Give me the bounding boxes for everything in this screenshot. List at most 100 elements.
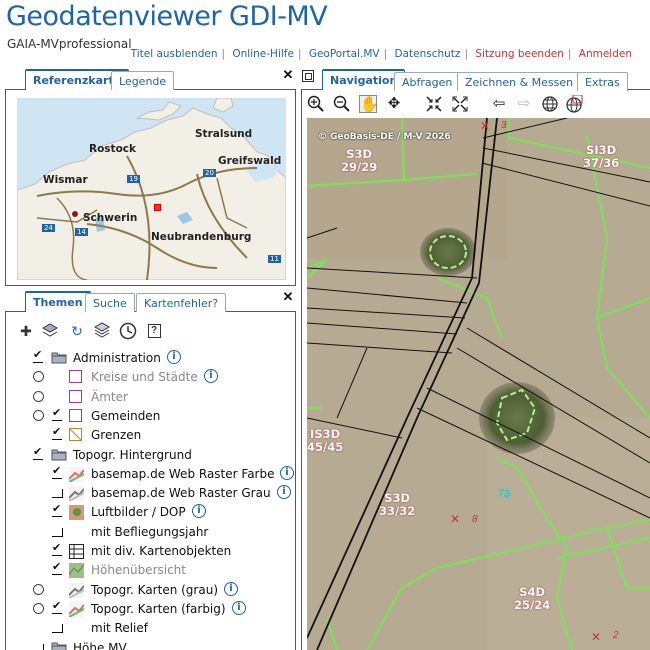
map-graphic <box>307 118 650 650</box>
layer-checkbox[interactable] <box>33 445 44 460</box>
info-icon[interactable]: i <box>204 369 218 384</box>
layer-tree-row[interactable]: mit Relief <box>0 619 296 637</box>
layer-tree-row[interactable]: mit Befliegungsjahr <box>0 523 296 541</box>
layer-tree-row[interactable]: basemap.de Web Raster Farbe i <box>0 464 296 483</box>
layer-radio[interactable] <box>33 583 44 595</box>
zoom-extent-in-icon[interactable] <box>425 95 443 113</box>
polygon-symbol-icon <box>69 370 82 384</box>
move-icon[interactable]: ✥ <box>385 95 403 113</box>
tab-suche[interactable]: Suche <box>85 293 135 312</box>
layer-checkbox[interactable] <box>52 541 63 556</box>
layer-tree-row[interactable]: Höhe MV <box>0 639 296 650</box>
link-online-hilfe[interactable]: Online-Hilfe <box>232 48 294 60</box>
layers-stack-icon[interactable] <box>93 322 111 340</box>
link-anmelden[interactable]: Anmelden <box>579 48 632 60</box>
globe-icon[interactable] <box>541 95 559 113</box>
layer-checkbox[interactable] <box>52 560 63 576</box>
layer-radio[interactable] <box>33 409 44 421</box>
top-links: Titel ausblenden | Online-Hilfe | GeoPorta… <box>130 48 632 60</box>
link-datenschutz[interactable]: Datenschutz <box>395 48 461 60</box>
add-layer-icon[interactable]: ✚ <box>17 322 35 340</box>
reference-map-graphic <box>17 98 286 280</box>
globe-info-icon[interactable] <box>565 94 583 113</box>
tab-zeichnen-messen[interactable]: Zeichnen & Messen <box>457 72 582 91</box>
layer-checkbox[interactable] <box>52 599 63 614</box>
close-reference-panel-button[interactable]: ✕ <box>282 68 294 81</box>
layer-checkbox[interactable] <box>52 622 63 634</box>
layer-tree-row[interactable]: Ämter <box>0 388 296 406</box>
tab-themen[interactable]: Themen <box>25 291 91 312</box>
layer-checkbox[interactable] <box>52 425 63 441</box>
info-icon[interactable]: i <box>277 485 291 500</box>
info-icon[interactable]: i <box>224 581 238 596</box>
layer-label: Höhenübersicht <box>91 563 186 578</box>
layer-label: Ämter <box>91 389 128 404</box>
layer-tree-row[interactable]: mit div. Kartenobjekten <box>0 541 296 560</box>
city-label: Greifswald <box>218 155 282 167</box>
zoom-extent-out-icon[interactable] <box>451 95 469 113</box>
restore-panel-icon[interactable] <box>302 70 314 82</box>
layer-checkbox[interactable] <box>52 526 63 537</box>
layer-tree-row[interactable]: Gemeinden <box>0 406 296 425</box>
tab-abfragen[interactable]: Abfragen <box>394 72 461 91</box>
layer-tree-row[interactable]: Kreise und Städte i <box>0 368 296 386</box>
link-geoportal[interactable]: GeoPortal.MV <box>309 48 380 60</box>
help-icon[interactable]: ? <box>145 322 163 340</box>
layer-label: Topogr. Karten (farbig) <box>91 601 226 616</box>
info-icon[interactable]: i <box>280 465 294 480</box>
layer-checkbox[interactable] <box>52 487 63 499</box>
layer-tree-row[interactable]: Topogr. Karten (farbig) i <box>0 599 296 618</box>
layer-tree-row[interactable]: basemap.de Web Raster Grau i <box>0 484 296 502</box>
close-themes-panel-button[interactable]: ✕ <box>282 290 294 303</box>
point-marker-icon: ✕ <box>591 630 602 644</box>
pan-hand-icon[interactable]: ✋ <box>359 95 379 113</box>
forward-arrow-icon[interactable]: ⇨ <box>515 95 533 113</box>
layer-tree-row[interactable]: Administration i <box>0 348 296 367</box>
link-titel-ausblenden[interactable]: Titel ausblenden <box>131 48 218 60</box>
city-label: Stralsund <box>195 128 253 140</box>
reference-map[interactable]: Rostock Stralsund Greifswald Wismar Schw… <box>17 98 286 280</box>
point-marker-icon: ✕ <box>480 119 491 133</box>
layer-label: Administration <box>73 351 161 365</box>
layer-label: basemap.de Web Raster Grau <box>91 486 271 501</box>
layer-checkbox[interactable] <box>52 502 63 518</box>
current-extent-marker[interactable] <box>154 204 161 211</box>
layer-tree-row[interactable]: Grenzen <box>0 425 296 444</box>
info-icon[interactable]: i <box>167 350 181 364</box>
layers-icon[interactable] <box>41 322 59 340</box>
layer-tree-row[interactable]: Topogr. Karten (grau) i <box>0 581 296 599</box>
back-arrow-icon[interactable]: ⇦ <box>490 95 508 113</box>
parcel-label: SI3D 37/36 <box>583 143 620 170</box>
gray-map-icon <box>68 486 85 504</box>
city-label: Rostock <box>89 143 136 155</box>
layer-checkbox[interactable] <box>52 464 63 479</box>
parcel-label: S4D 25/24 <box>514 585 551 612</box>
layer-radio[interactable] <box>33 602 44 614</box>
zoom-in-icon[interactable] <box>307 95 325 113</box>
layer-radio[interactable] <box>33 371 44 383</box>
tab-extras[interactable]: Extras <box>577 72 628 91</box>
tab-kartenfehler[interactable]: Kartenfehler? <box>136 293 227 312</box>
layer-tree-row[interactable]: Luftbilder / DOP i <box>0 502 296 521</box>
info-icon[interactable]: i <box>232 600 246 615</box>
info-icon[interactable]: i <box>192 504 206 519</box>
map-canvas[interactable]: © GeoBasis-DE / M-V 2026 S3D 29/29 SI3D … <box>307 118 650 650</box>
refresh-icon[interactable]: ↻ <box>68 322 86 340</box>
polygon-symbol-icon <box>69 408 82 422</box>
layer-tree-row[interactable]: Höhenübersicht <box>0 560 296 579</box>
tab-legende[interactable]: Legende <box>111 71 175 90</box>
folder-icon <box>51 641 67 650</box>
layer-label: basemap.de Web Raster Farbe <box>91 466 275 481</box>
city-label: Wismar <box>43 174 88 186</box>
layer-checkbox[interactable] <box>52 406 63 421</box>
layer-radio[interactable] <box>33 390 44 402</box>
layer-label: Luftbilder / DOP <box>91 505 186 520</box>
layer-checkbox[interactable] <box>33 642 44 650</box>
zoom-out-icon[interactable] <box>333 95 351 113</box>
tab-navigation[interactable]: Navigation <box>322 69 406 90</box>
clock-icon[interactable] <box>119 322 137 340</box>
link-sitzung-beenden[interactable]: Sitzung beenden <box>475 48 564 60</box>
point-number: 3 <box>501 120 507 131</box>
layer-checkbox[interactable] <box>33 348 44 363</box>
layer-tree-row[interactable]: Topogr. Hintergrund <box>0 445 296 464</box>
